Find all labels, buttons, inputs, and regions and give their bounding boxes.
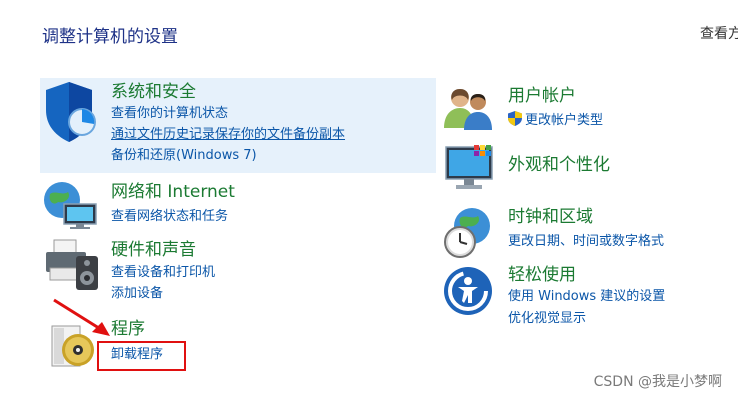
link-view-computer-status[interactable]: 查看你的计算机状态 xyxy=(111,105,228,122)
category-title-hardware[interactable]: 硬件和声音 xyxy=(111,240,196,260)
category-title-user-accounts[interactable]: 用户帐户 xyxy=(508,86,576,106)
link-optimize-visual-display[interactable]: 优化视觉显示 xyxy=(508,310,586,327)
clock-globe-icon xyxy=(444,208,490,258)
link-backup-restore[interactable]: 备份和还原(Windows 7) xyxy=(111,147,257,164)
link-add-device[interactable]: 添加设备 xyxy=(111,285,163,302)
page-title: 调整计算机的设置 xyxy=(42,27,178,47)
uac-shield-icon xyxy=(508,111,522,126)
category-title-appearance[interactable]: 外观和个性化 xyxy=(508,155,610,175)
category-title-ease-of-access[interactable]: 轻松使用 xyxy=(508,265,576,285)
link-network-status[interactable]: 查看网络状态和任务 xyxy=(111,208,228,225)
globe-network-icon xyxy=(44,182,97,229)
link-change-account-type[interactable]: 更改帐户类型 xyxy=(508,111,603,129)
link-change-date-time-format[interactable]: 更改日期、时间或数字格式 xyxy=(508,233,664,250)
ease-access-icon xyxy=(444,267,492,315)
printer-speaker-icon xyxy=(46,239,98,290)
watermark: CSDN @我是小梦啊 xyxy=(593,374,722,390)
view-by-label[interactable]: 查看方 xyxy=(700,23,738,43)
link-devices-printers[interactable]: 查看设备和打印机 xyxy=(111,264,215,281)
link-file-history-backup[interactable]: 通过文件历史记录保存你的文件备份副本 xyxy=(111,126,345,143)
category-title-programs[interactable]: 程序 xyxy=(111,319,145,339)
annotation-box xyxy=(97,341,186,371)
link-change-account-type-label: 更改帐户类型 xyxy=(525,113,604,128)
shield-icon xyxy=(46,82,96,142)
link-windows-recommended-settings[interactable]: 使用 Windows 建议的设置 xyxy=(508,288,665,305)
category-title-network[interactable]: 网络和 Internet xyxy=(111,182,235,202)
monitor-color-icon xyxy=(445,145,493,189)
category-title-clock-region[interactable]: 时钟和区域 xyxy=(508,207,593,227)
category-title-system-security[interactable]: 系统和安全 xyxy=(111,82,196,102)
program-disc-icon xyxy=(51,325,94,367)
users-icon xyxy=(444,89,492,130)
